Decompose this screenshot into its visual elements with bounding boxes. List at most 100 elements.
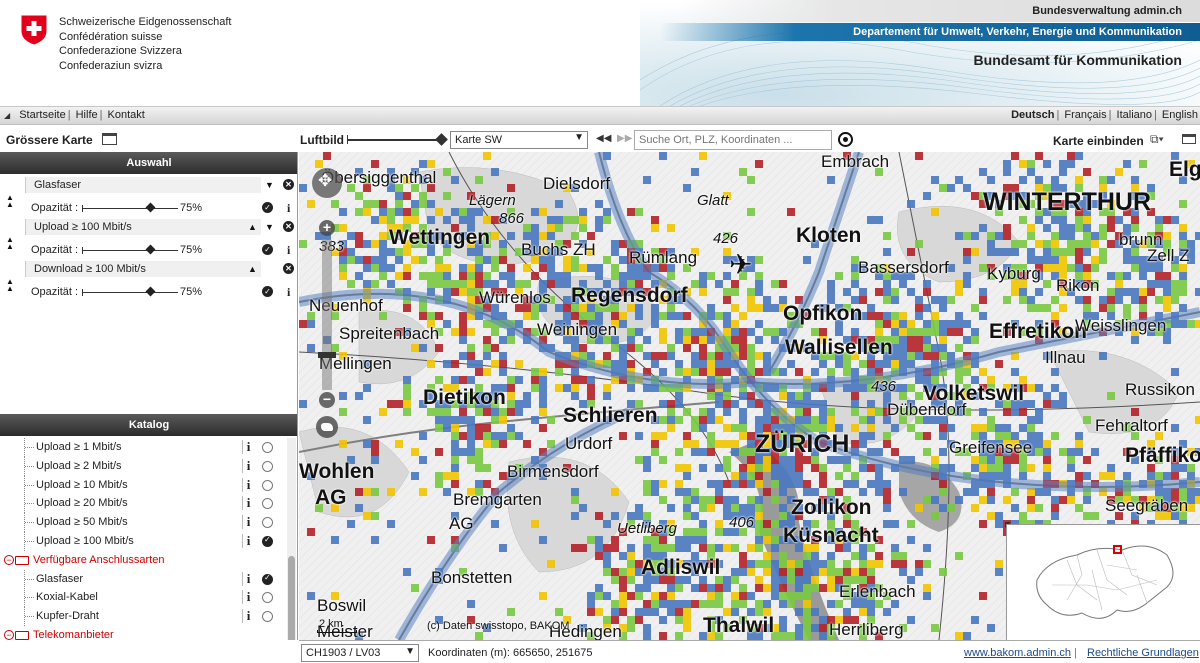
layer-toggle-radio[interactable] <box>262 480 273 491</box>
catalog-item-label: Upload ≥ 50 Mbit/s <box>36 516 128 528</box>
opacity-slider-handle[interactable] <box>145 244 156 255</box>
catalog-scrollbar[interactable] <box>287 438 296 663</box>
legal-basis-link[interactable]: Rechtliche Grundlagen <box>1087 647 1199 659</box>
gov-name-de: Schweizerische Eidgenossenschaft <box>59 16 232 28</box>
lang-it[interactable]: Italiano <box>1117 109 1152 121</box>
visible-check-icon[interactable]: ✓ <box>262 202 273 213</box>
aerial-opacity-slider[interactable] <box>347 135 444 144</box>
catalog-item[interactable]: Koxial-Kabel i <box>0 588 285 607</box>
opacity-slider-handle[interactable] <box>145 202 156 213</box>
info-icon[interactable]: i <box>242 534 252 548</box>
zoom-slider-handle[interactable] <box>318 352 336 358</box>
opacity-slider[interactable] <box>82 247 178 254</box>
remove-layer-icon[interactable]: ✕ <box>283 263 294 274</box>
move-down-icon[interactable]: ▼ <box>265 180 274 190</box>
map-label-thalwil: Thalwil <box>703 614 775 637</box>
info-icon[interactable]: i <box>242 572 252 586</box>
layer-title: Upload ≥ 100 Mbit/s <box>25 219 261 235</box>
map-label-russikon: Russikon <box>1125 380 1195 399</box>
catalog-item[interactable]: Glasfaser i <box>0 570 285 589</box>
map-viewport[interactable]: Embrach Dielsdorf Lägern 866 Öbersiggenthal W… <box>299 152 1200 640</box>
location-search-input[interactable] <box>634 130 832 150</box>
info-icon[interactable]: i <box>242 590 252 604</box>
window-icon[interactable] <box>102 133 117 145</box>
collapse-icon[interactable]: ▲ ▲ <box>4 278 16 293</box>
catalog-item[interactable]: Upload ≥ 2 Mbit/s i <box>0 457 285 476</box>
aerial-slider-handle[interactable] <box>435 133 448 146</box>
switzerland-outline <box>1036 545 1174 619</box>
layer-toggle-radio[interactable] <box>262 517 273 528</box>
layer-toggle-radio[interactable] <box>262 573 273 585</box>
layer-toggle-radio[interactable] <box>262 592 273 603</box>
collapse-icon[interactable]: ▲ ▲ <box>4 194 16 209</box>
lang-fr[interactable]: Français <box>1064 109 1106 121</box>
collapse-minus-icon[interactable]: − <box>4 555 14 565</box>
collapse-minus-icon[interactable]: − <box>4 630 14 640</box>
layer-toggle-radio[interactable] <box>262 461 273 472</box>
nav-link-contact[interactable]: Kontakt <box>108 109 145 121</box>
catalog-group[interactable]: − Verfügbare Anschlussarten <box>0 551 285 570</box>
rewind-icon[interactable]: ◀◀ <box>596 133 611 144</box>
layer-toggle-radio[interactable] <box>262 611 273 622</box>
fast-forward-icon[interactable]: ▶▶ <box>617 133 632 144</box>
catalog-item[interactable]: Upload ≥ 10 Mbit/s i <box>0 476 285 495</box>
print-icon[interactable] <box>1182 134 1196 144</box>
move-up-icon[interactable]: ▲ <box>248 264 257 274</box>
bakom-website-link[interactable]: www.bakom.admin.ch <box>964 647 1071 659</box>
visible-check-icon[interactable]: ✓ <box>262 286 273 297</box>
move-up-icon[interactable]: ▲ <box>248 222 257 232</box>
opacity-label: Opazität : <box>31 286 79 298</box>
lang-de[interactable]: Deutsch <box>1011 109 1054 121</box>
info-icon[interactable]: i <box>242 496 252 510</box>
zoom-slider[interactable] <box>322 240 332 390</box>
info-icon[interactable]: i <box>287 243 290 258</box>
info-icon[interactable]: i <box>242 459 252 473</box>
zoom-out-icon[interactable]: − <box>319 392 335 408</box>
layer-toggle-radio[interactable] <box>262 442 273 453</box>
move-down-icon[interactable]: ▼ <box>265 222 274 232</box>
map-label-seegraben: Seegräben <box>1105 496 1189 515</box>
bigger-map-label[interactable]: Grössere Karte <box>6 133 93 147</box>
map-label-wettingen: Wettingen <box>389 226 491 249</box>
coordinate-system-select[interactable]: CH1903 / LV03 ▼ <box>301 644 419 662</box>
layer-toggle-radio[interactable] <box>262 498 273 509</box>
catalog-list: Upload ≥ 1 Mbit/s i Upload ≥ 2 Mbit/s i Uplo… <box>0 438 297 663</box>
map-type-select[interactable]: Karte SW ▼ <box>450 131 588 149</box>
lang-en[interactable]: English <box>1162 109 1198 121</box>
switzerland-extent-icon[interactable] <box>316 416 338 438</box>
catalog-item[interactable]: Upload ≥ 100 Mbit/s i <box>0 532 285 551</box>
pan-control-icon[interactable] <box>312 168 342 198</box>
overview-map[interactable] <box>1006 524 1200 640</box>
catalog-item[interactable]: Upload ≥ 20 Mbit/s i <box>0 494 285 513</box>
info-icon[interactable]: i <box>242 515 252 529</box>
zoom-in-icon[interactable]: + <box>319 220 335 236</box>
visible-check-icon[interactable]: ✓ <box>262 244 273 255</box>
info-icon[interactable]: i <box>287 285 290 300</box>
nav-link-home[interactable]: Startseite <box>19 109 65 121</box>
catalog-item[interactable]: Upload ≥ 50 Mbit/s i <box>0 513 285 532</box>
admin-ch-link[interactable]: Bundesverwaltung admin.ch <box>1032 5 1182 17</box>
opacity-slider-handle[interactable] <box>145 286 156 297</box>
info-icon[interactable]: i <box>242 440 252 454</box>
nav-link-help[interactable]: Hilfe <box>76 109 98 121</box>
collapse-icon[interactable]: ▲ ▲ <box>4 236 16 251</box>
map-label-herrliberg: Herrliberg <box>829 620 904 639</box>
catalog-item-label: Upload ≥ 20 Mbit/s <box>36 497 128 509</box>
collapse-triangle-icon[interactable]: ◢ <box>4 111 10 120</box>
opacity-slider[interactable] <box>82 289 178 296</box>
info-icon[interactable]: i <box>242 609 252 623</box>
info-icon[interactable]: i <box>242 478 252 492</box>
chevron-down-icon: ▼ <box>405 646 415 657</box>
map-label-spreitenbach: Spreitenbach <box>339 324 440 343</box>
info-icon[interactable]: i <box>287 201 290 216</box>
remove-layer-icon[interactable]: ✕ <box>283 221 294 232</box>
opacity-slider[interactable] <box>82 205 178 212</box>
catalog-item[interactable]: Upload ≥ 1 Mbit/s i <box>0 438 285 457</box>
embed-menu-icon[interactable]: ⧉▾ <box>1150 132 1164 147</box>
remove-layer-icon[interactable]: ✕ <box>283 179 294 190</box>
catalog-item[interactable]: Kupfer-Draht i <box>0 607 285 626</box>
catalog-item-label: Glasfaser <box>36 573 84 585</box>
locate-target-icon[interactable] <box>838 132 853 147</box>
layer-toggle-radio[interactable] <box>262 535 273 547</box>
embed-map-label[interactable]: Karte einbinden <box>1053 134 1144 148</box>
